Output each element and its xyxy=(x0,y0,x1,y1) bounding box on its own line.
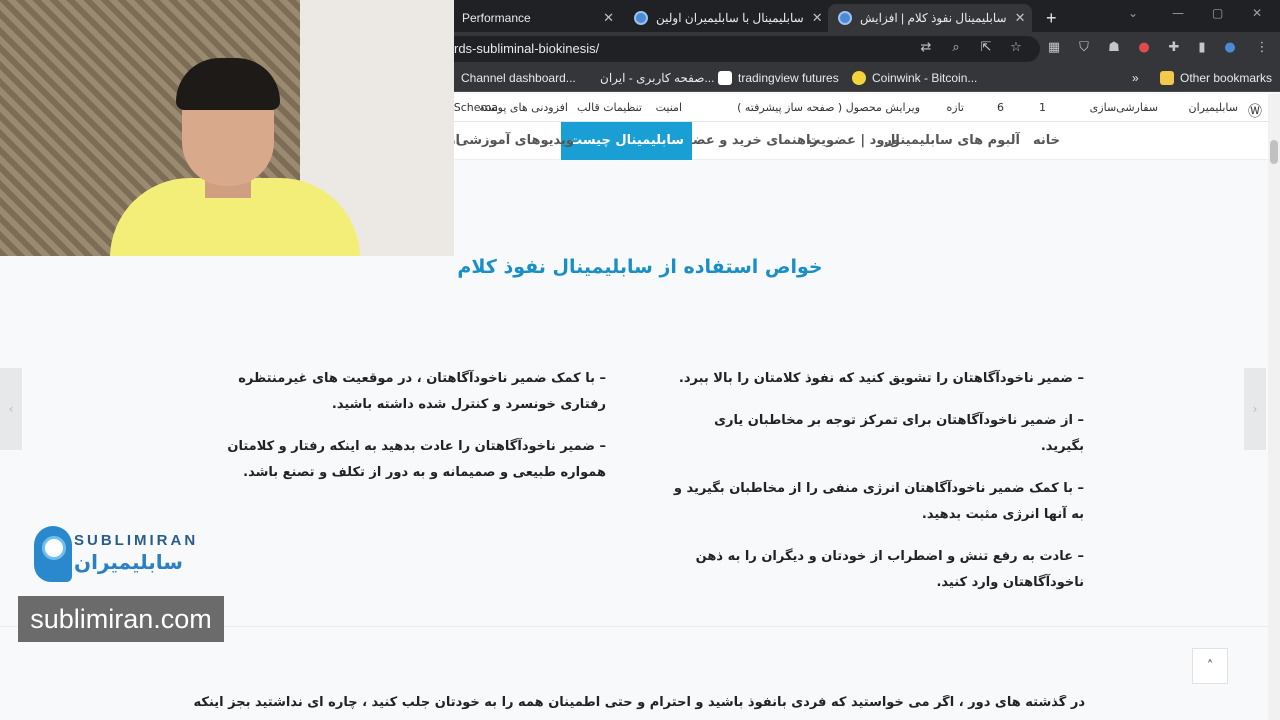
wp-theme-settings[interactable]: تنظیمات قالب xyxy=(577,101,642,114)
translate-icon[interactable]: ⇄ xyxy=(918,40,934,56)
logo-text-en: SUBLIMIRAN xyxy=(74,532,199,549)
benefit-item: – ضمیر ناخودآگاهتان را عادت بدهید به این… xyxy=(227,439,606,480)
tab-sublimiran-first[interactable]: سابلیمینال با سابلیمیران اولین ✕ xyxy=(624,4,828,32)
wp-customize[interactable]: سفارشی‌سازی xyxy=(1090,101,1158,114)
scroll-to-top-button[interactable]: ˄ xyxy=(1192,648,1228,684)
puzzle-icon[interactable]: ✚ xyxy=(1166,40,1182,56)
wp-comments[interactable]: 6 xyxy=(997,101,1004,114)
profile-avatar-icon[interactable]: ● xyxy=(1222,40,1238,56)
close-icon[interactable]: ✕ xyxy=(1015,10,1026,26)
benefits-left-column: – با کمک ضمیر ناخودآگاهتان ، در موقعیت ه… xyxy=(200,366,606,502)
bookmark-iran-account[interactable]: صفحه کاربری - ایران... xyxy=(600,71,714,85)
coinwink-icon xyxy=(852,71,866,85)
chevron-left-icon: ‹ xyxy=(8,402,14,416)
benefit-item: – عادت به رفع تنش و اضطراب از خودتان و د… xyxy=(695,549,1084,590)
nav-home[interactable]: خانه xyxy=(1025,122,1068,160)
tab-search-icon[interactable]: ⌄ xyxy=(1128,6,1138,20)
logo-text-fa: سابلیمیران xyxy=(74,550,183,574)
bookmark-coinwink[interactable]: Coinwink - Bitcoin... xyxy=(852,71,977,85)
wp-updates[interactable]: 1 xyxy=(1039,101,1046,114)
nav-tutorial-videos[interactable]: ویدیوهای آموزشی xyxy=(448,122,582,160)
scrollbar-thumb[interactable] xyxy=(1270,140,1278,164)
zoom-icon[interactable]: ⌕ xyxy=(948,40,964,56)
bookmark-other[interactable]: Other bookmarks xyxy=(1160,71,1272,85)
window-close-icon[interactable]: ✕ xyxy=(1252,6,1262,20)
benefit-item: – با کمک ضمیر ناخودآگاهتان ، در موقعیت ه… xyxy=(238,371,606,412)
bookmark-channel-dashboard[interactable]: Channel dashboard... xyxy=(461,71,576,85)
benefit-item: – با کمک ضمیر ناخودآگاهتان انرژی منفی را… xyxy=(673,481,1084,522)
chevron-right-icon: › xyxy=(1252,402,1258,416)
brain-head-icon xyxy=(34,526,72,582)
bookmark-tradingview[interactable]: tradingview futures xyxy=(718,71,839,85)
benefit-item: – ضمیر ناخودآگاهتان را تشویق کنید که نفو… xyxy=(678,371,1084,386)
wp-new[interactable]: تازه xyxy=(947,101,965,114)
url-text: rds-subliminal-biokinesis/ xyxy=(454,41,600,56)
new-tab-button[interactable]: + xyxy=(1036,4,1066,32)
wordpress-icon[interactable]: Ⓦ xyxy=(1248,101,1262,121)
wp-edit-product[interactable]: ویرایش محصول ( صفحه ساز پیشرفته ) xyxy=(737,101,920,114)
folder-icon xyxy=(1160,71,1174,85)
intro-paragraph: در گذشته های دور ، اگر می خواستید که فرد… xyxy=(190,695,1085,710)
wp-security[interactable]: امنیت xyxy=(656,101,682,114)
website-watermark: sublimiran.com xyxy=(18,596,224,642)
maximize-icon[interactable]: ▢ xyxy=(1212,6,1223,20)
slider-prev-button[interactable]: ‹ xyxy=(0,368,22,450)
tab-performance[interactable]: Performance ✕ xyxy=(452,4,624,32)
close-icon[interactable]: ✕ xyxy=(812,10,823,26)
benefit-item: – از ضمیر ناخودآگاهتان برای تمرکز توجه ب… xyxy=(714,413,1084,454)
bookmarks-overflow-button[interactable]: » xyxy=(1132,71,1139,85)
site-favicon-icon xyxy=(634,11,648,25)
section-heading: خواص استفاده از سابلیمینال نفوذ کلام xyxy=(457,256,823,278)
slider-next-button[interactable]: › xyxy=(1244,368,1266,450)
extension-red-icon[interactable]: ● xyxy=(1136,40,1152,56)
webcam-overlay xyxy=(0,0,454,256)
page-scrollbar[interactable] xyxy=(1268,94,1280,720)
extension-user-icon[interactable]: ☗ xyxy=(1106,40,1122,56)
minimize-icon[interactable]: — xyxy=(1172,6,1184,20)
tradingview-icon xyxy=(718,71,732,85)
shield-icon[interactable]: ⛉ xyxy=(1076,40,1092,56)
share-icon[interactable]: ⇱ xyxy=(978,40,994,56)
tab-subliminal-active[interactable]: سابلیمینال نفوذ کلام | افزایش ✕ xyxy=(828,4,1032,32)
benefits-right-column: – ضمیر ناخودآگاهتان را تشویق کنید که نفو… xyxy=(672,366,1084,612)
extension-icon[interactable]: ▦ xyxy=(1046,40,1062,56)
sidebar-icon[interactable]: ▮ xyxy=(1194,40,1210,56)
bookmark-star-icon[interactable]: ☆ xyxy=(1008,40,1024,56)
site-favicon-icon xyxy=(838,11,852,25)
wp-site-name[interactable]: سابلیمیران xyxy=(1189,101,1238,114)
close-icon[interactable]: ✕ xyxy=(603,10,614,26)
menu-kebab-icon[interactable]: ⋮ xyxy=(1254,40,1270,56)
sublimiran-logo: SUBLIMIRAN سابلیمیران xyxy=(30,520,210,590)
chevron-up-icon: ˄ xyxy=(1206,658,1214,674)
